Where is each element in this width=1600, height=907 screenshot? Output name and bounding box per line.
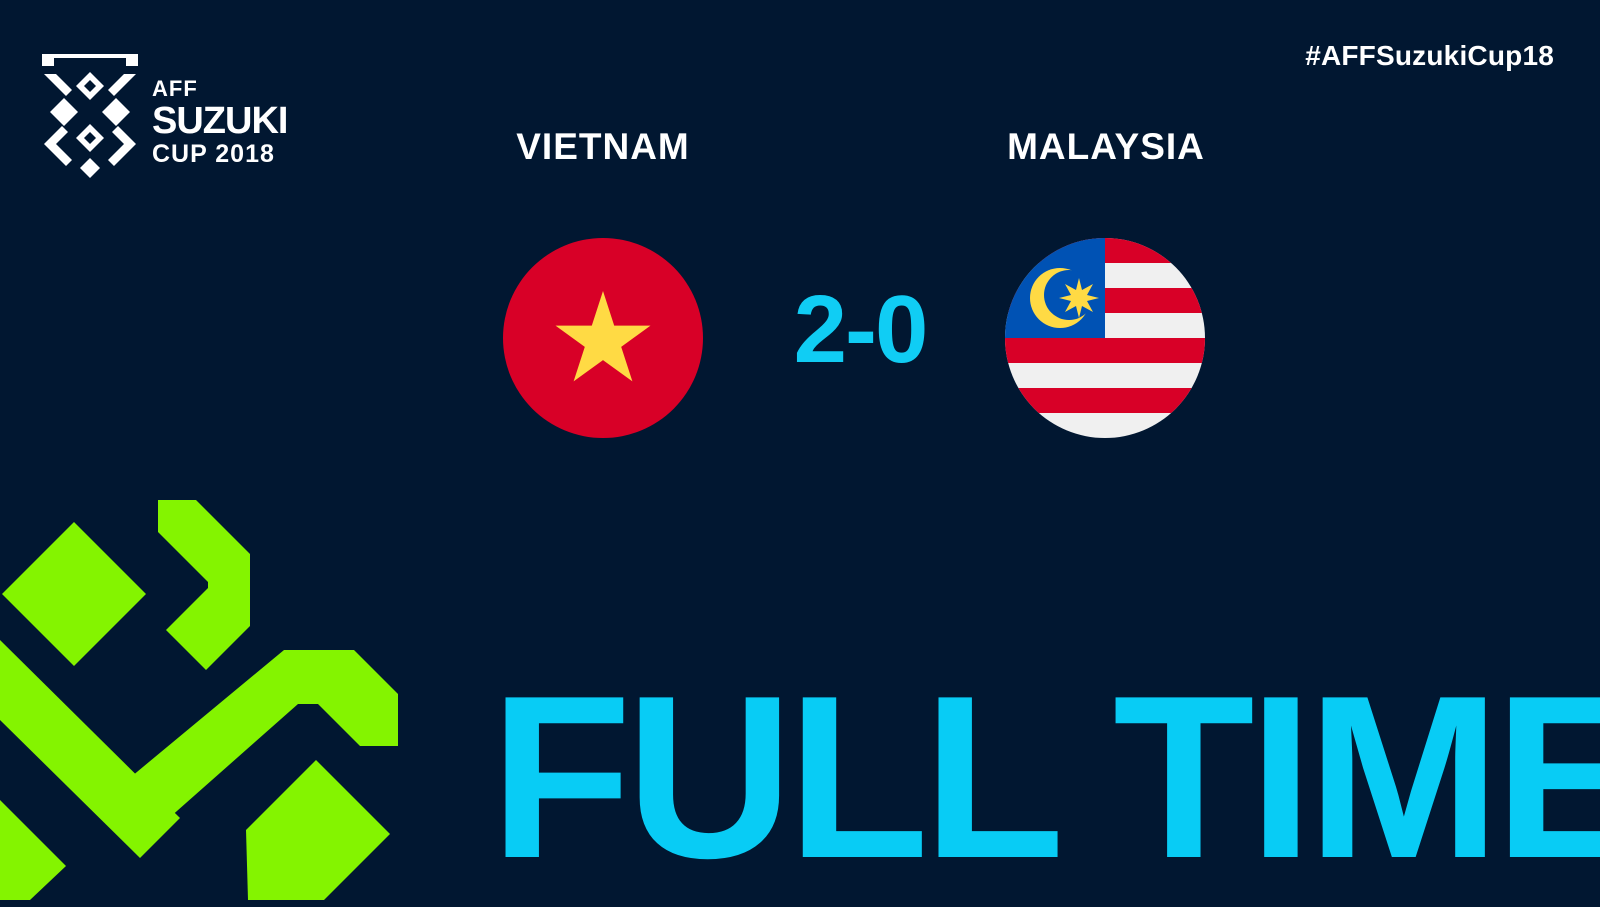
match-status: FULL TIME [490,648,1600,907]
logo-aff-text: AFF [152,76,198,101]
match-score: 2-0 [793,276,929,383]
logo-suzuki-text: SUZUKI [152,100,288,142]
away-team-name: MALAYSIA [1007,126,1205,167]
logo-cup-text: CUP 2018 [152,140,275,168]
hashtag: #AFFSuzukiCup18 [1305,40,1554,71]
aff-suzuki-cup-logo: AFF SUZUKI CUP 2018 [42,54,342,184]
malaysia-flag-icon [1005,238,1205,438]
vietnam-flag-icon [503,238,703,438]
logo-emblem-icon [42,54,138,178]
tournament-pattern-graphic [0,500,398,900]
home-team-name: VIETNAM [516,126,690,167]
